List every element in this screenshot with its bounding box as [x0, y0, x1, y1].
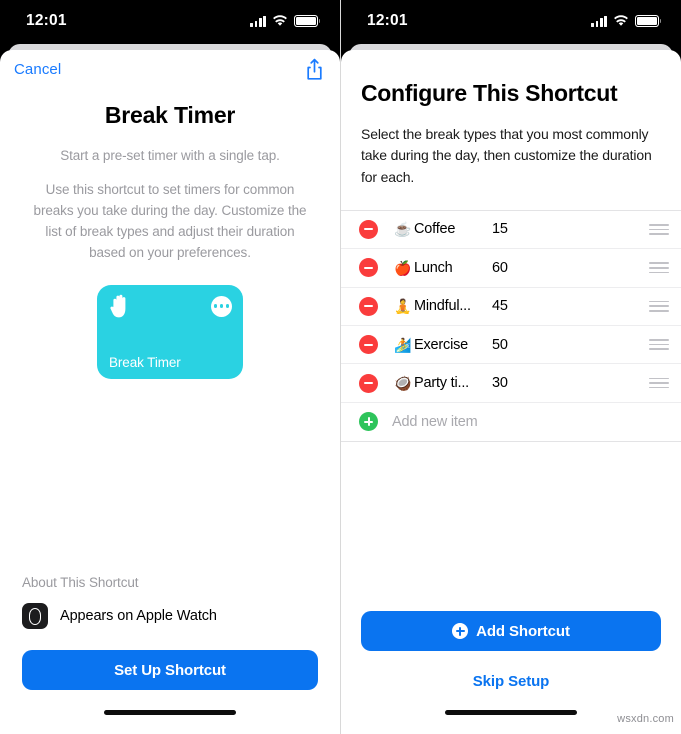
page-intro: Select the break types that you most com… [361, 126, 652, 185]
sheet-toolbar: Cancel [0, 50, 340, 88]
cellular-signal-icon [250, 15, 266, 27]
row-value[interactable]: 60 [492, 260, 649, 276]
page-subtitle: Start a pre-set timer with a single tap. [60, 148, 280, 163]
set-up-shortcut-button[interactable]: Set Up Shortcut [22, 650, 318, 690]
row-label[interactable]: Party ti... [414, 375, 492, 391]
minus-circle-icon[interactable] [359, 219, 378, 239]
plus-circle-icon [452, 623, 469, 639]
right-modal-sheet: Configure This Shortcut Select the break… [341, 50, 681, 734]
apple-watch-icon [22, 603, 48, 629]
row-label[interactable]: Mindful... [414, 298, 492, 314]
left-content: Break Timer Start a pre-set timer with a… [0, 88, 340, 690]
about-apple-watch-row: Appears on Apple Watch [22, 603, 318, 629]
drag-handle-icon[interactable] [649, 224, 669, 235]
battery-icon [635, 15, 662, 27]
status-time: 12:01 [26, 12, 67, 29]
status-icons [591, 15, 662, 27]
ellipsis-icon[interactable] [211, 295, 232, 317]
drag-handle-icon[interactable] [649, 300, 669, 312]
about-section-heading: About This Shortcut [22, 575, 139, 590]
page-description: Use this shortcut to set timers for comm… [33, 182, 307, 260]
table-row[interactable]: 🧘 Mindful... 45 [341, 288, 681, 326]
wifi-icon [613, 15, 629, 27]
right-flex-spacer [341, 442, 681, 611]
battery-icon [294, 15, 321, 27]
cancel-button[interactable]: Cancel [14, 61, 61, 78]
add-shortcut-button[interactable]: Add Shortcut [361, 611, 661, 651]
raised-hand-icon [110, 294, 126, 318]
break-types-list: ☕ Coffee 15 🍎 Lunch 60 🧘 Mindful... 45 🏄… [341, 209, 681, 443]
table-row[interactable]: ☕ Coffee 15 [341, 211, 681, 250]
wifi-icon [272, 15, 288, 27]
left-flex-spacer [22, 379, 318, 575]
page-title: Break Timer [104, 102, 236, 128]
left-modal-sheet: Cancel Break Timer Start a pre-set timer… [0, 50, 340, 734]
drag-handle-icon[interactable] [649, 262, 669, 274]
drag-handle-icon[interactable] [649, 377, 669, 389]
about-apple-watch-label: Appears on Apple Watch [60, 608, 217, 624]
skip-setup-link[interactable]: Skip Setup [361, 673, 661, 690]
minus-circle-icon[interactable] [359, 373, 378, 393]
table-row[interactable]: 🏄 Exercise 50 [341, 326, 681, 365]
right-content: Configure This Shortcut Select the break… [341, 50, 681, 690]
right-phone-screen: 12:01 Configure This Shortcut Select the… [340, 0, 681, 734]
status-bar-right: 12:01 [341, 0, 681, 42]
shortcut-preview-card[interactable]: Break Timer [97, 284, 243, 379]
add-shortcut-label: Add Shortcut [476, 622, 570, 640]
right-action-area: Add Shortcut Skip Setup [341, 611, 681, 690]
left-phone-screen: 12:01 Cancel Break Timer Start a pre-set… [0, 0, 340, 734]
table-row[interactable]: 🥥 Party ti... 30 [341, 364, 681, 403]
row-value[interactable]: 45 [492, 298, 649, 314]
drag-handle-icon[interactable] [649, 339, 669, 351]
row-label[interactable]: Lunch [414, 260, 492, 276]
cellular-signal-icon [591, 15, 607, 27]
watermark: wsxdn.com [617, 713, 674, 725]
page-title: Configure This Shortcut [361, 80, 618, 106]
home-indicator[interactable] [445, 709, 577, 715]
shortcut-card-wrapper: Break Timer [22, 284, 318, 379]
dual-screenshot-container: 12:01 Cancel Break Timer Start a pre-set… [0, 0, 681, 734]
exercise-emoji: 🏄 [394, 336, 412, 353]
coconut-drink-emoji: 🥥 [394, 375, 412, 392]
status-bar-left: 12:01 [0, 0, 340, 42]
home-indicator-wrapper-right [341, 690, 681, 734]
status-time: 12:01 [367, 12, 408, 29]
meditation-emoji: 🧘 [394, 298, 412, 315]
row-label[interactable]: Exercise [414, 337, 492, 353]
row-label[interactable]: Coffee [414, 221, 492, 237]
home-indicator[interactable] [104, 709, 236, 715]
table-row[interactable]: 🍎 Lunch 60 [341, 249, 681, 288]
apple-emoji: 🍎 [394, 259, 412, 276]
plus-circle-icon[interactable] [359, 412, 378, 432]
row-value[interactable]: 50 [492, 337, 649, 353]
share-icon[interactable] [305, 58, 324, 81]
coffee-emoji: ☕ [394, 221, 412, 238]
minus-circle-icon[interactable] [359, 258, 378, 278]
add-new-item-label[interactable]: Add new item [392, 414, 669, 430]
status-icons [250, 15, 321, 27]
minus-circle-icon[interactable] [359, 335, 378, 355]
home-indicator-wrapper-left [0, 690, 340, 734]
minus-circle-icon[interactable] [359, 296, 378, 316]
row-value[interactable]: 15 [492, 221, 649, 237]
row-value[interactable]: 30 [492, 375, 649, 391]
shortcut-card-label: Break Timer [109, 354, 181, 370]
add-new-item-row[interactable]: Add new item [341, 403, 681, 441]
